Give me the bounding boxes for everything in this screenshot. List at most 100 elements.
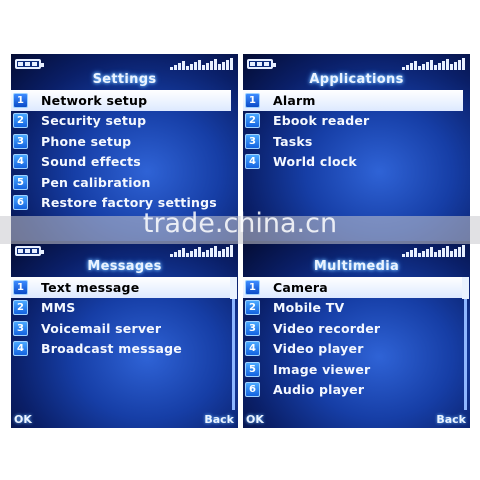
menu-item-broadcast-message[interactable]: 4 Broadcast message [11,339,231,360]
signal-bar [202,65,205,70]
signal-bar [458,247,461,257]
signal-bar [218,64,221,70]
signal-bar [458,60,461,70]
signal-bar [226,60,229,70]
applications-menu: 1 Alarm 2 Ebook reader 3 Tasks 4 World clock [243,90,463,172]
item-number-badge: 1 [13,92,28,108]
signal-bar [222,62,225,70]
signal-bar [182,61,185,70]
signal-strength-icon [170,58,233,70]
menu-item-camera[interactable]: 1 Camera [243,277,463,298]
signal-bar [182,248,185,257]
scrollbar-thumb[interactable] [462,277,469,299]
menu-item-security-setup[interactable]: 2 Security setup [11,111,231,132]
menu-item-ebook-reader[interactable]: 2 Ebook reader [243,111,463,132]
signal-bar [214,59,217,70]
menu-item-world-clock[interactable]: 4 World clock [243,152,463,173]
menu-item-network-setup[interactable]: 1 Network setup [11,90,231,111]
signal-bar [402,254,405,257]
item-number-badge: 2 [245,113,260,129]
item-number-badge: 6 [245,382,260,398]
item-label: Network setup [41,92,148,108]
signal-bar [410,250,413,257]
item-label: Audio player [273,382,365,398]
item-label: MMS [41,300,76,316]
signal-bar [414,248,417,257]
signal-bar [186,66,189,70]
menu-item-mobile-tv[interactable]: 2 Mobile TV [243,298,463,319]
item-number-badge: 4 [245,341,260,357]
ok-softkey[interactable]: OK [246,413,264,426]
multimedia-menu: 1 Camera 2 Mobile TV 3 Video recorder 4 Vide… [243,277,463,400]
signal-bar [426,62,429,70]
item-number-badge: 1 [245,92,260,108]
multimedia-screen: Multimedia 1 Camera 2 Mobile TV 3 Video rec… [243,241,470,428]
signal-bar [206,63,209,70]
menu-item-video-player[interactable]: 4 Video player [243,339,463,360]
signal-bar [170,254,173,257]
battery-icon [15,246,44,256]
menu-item-alarm[interactable]: 1 Alarm [243,90,463,111]
signal-bar [226,247,229,257]
signal-bar [210,248,213,257]
status-bar [11,244,238,260]
settings-menu: 1 Network setup 2 Security setup 3 Phone se… [11,90,231,213]
menu-item-pen-calibration[interactable]: 5 Pen calibration [11,172,231,193]
item-number-badge: 3 [245,133,260,149]
status-bar [11,57,238,73]
watermark-text: trade.china.cn [142,208,338,239]
signal-bar [442,61,445,70]
item-number-badge: 5 [245,361,260,377]
menu-item-voicemail-server[interactable]: 3 Voicemail server [11,318,231,339]
signal-bar [418,253,421,257]
signal-bar [178,250,181,257]
signal-bar [194,62,197,70]
status-bar [243,244,470,260]
signal-bar [198,60,201,70]
messages-menu: 1 Text message 2 MMS 3 Voicemail server 4 Br… [11,277,231,359]
back-softkey[interactable]: Back [436,413,466,426]
signal-bar [410,63,413,70]
signal-bar [446,246,449,257]
signal-bar [206,250,209,257]
item-label: Text message [41,279,140,295]
signal-bar [170,67,173,70]
signal-bar [438,63,441,70]
item-label: Camera [273,279,328,295]
menu-item-video-recorder[interactable]: 3 Video recorder [243,318,463,339]
screen-title: Applications [309,72,404,87]
menu-item-sound-effects[interactable]: 4 Sound effects [11,152,231,173]
signal-bar [430,247,433,257]
signal-bar [414,61,417,70]
item-label: Sound effects [41,154,141,170]
signal-bar [186,253,189,257]
softkey-bar: OK Back [11,412,238,426]
signal-bar [218,251,221,257]
signal-bar [198,247,201,257]
ok-softkey[interactable]: OK [14,413,32,426]
item-label: Broadcast message [41,341,182,357]
back-softkey[interactable]: Back [204,413,234,426]
signal-bar [438,250,441,257]
signal-bar [214,246,217,257]
item-number-badge: 4 [13,154,28,170]
signal-bar [230,58,233,70]
signal-bar [202,252,205,257]
menu-item-mms[interactable]: 2 MMS [11,298,231,319]
menu-item-text-message[interactable]: 1 Text message [11,277,231,298]
item-label: Alarm [273,92,316,108]
scrollbar-thumb[interactable] [230,277,237,299]
signal-bar [210,61,213,70]
menu-item-image-viewer[interactable]: 5 Image viewer [243,359,463,380]
menu-item-phone-setup[interactable]: 3 Phone setup [11,131,231,152]
signal-bar [442,248,445,257]
signal-bar [222,249,225,257]
menu-item-tasks[interactable]: 3 Tasks [243,131,463,152]
signal-strength-icon [170,245,233,257]
item-label: Image viewer [273,361,371,377]
signal-bar [446,59,449,70]
signal-bar [454,62,457,70]
signal-bar [434,65,437,70]
softkey-bar: OK Back [243,412,470,426]
menu-item-audio-player[interactable]: 6 Audio player [243,380,463,401]
